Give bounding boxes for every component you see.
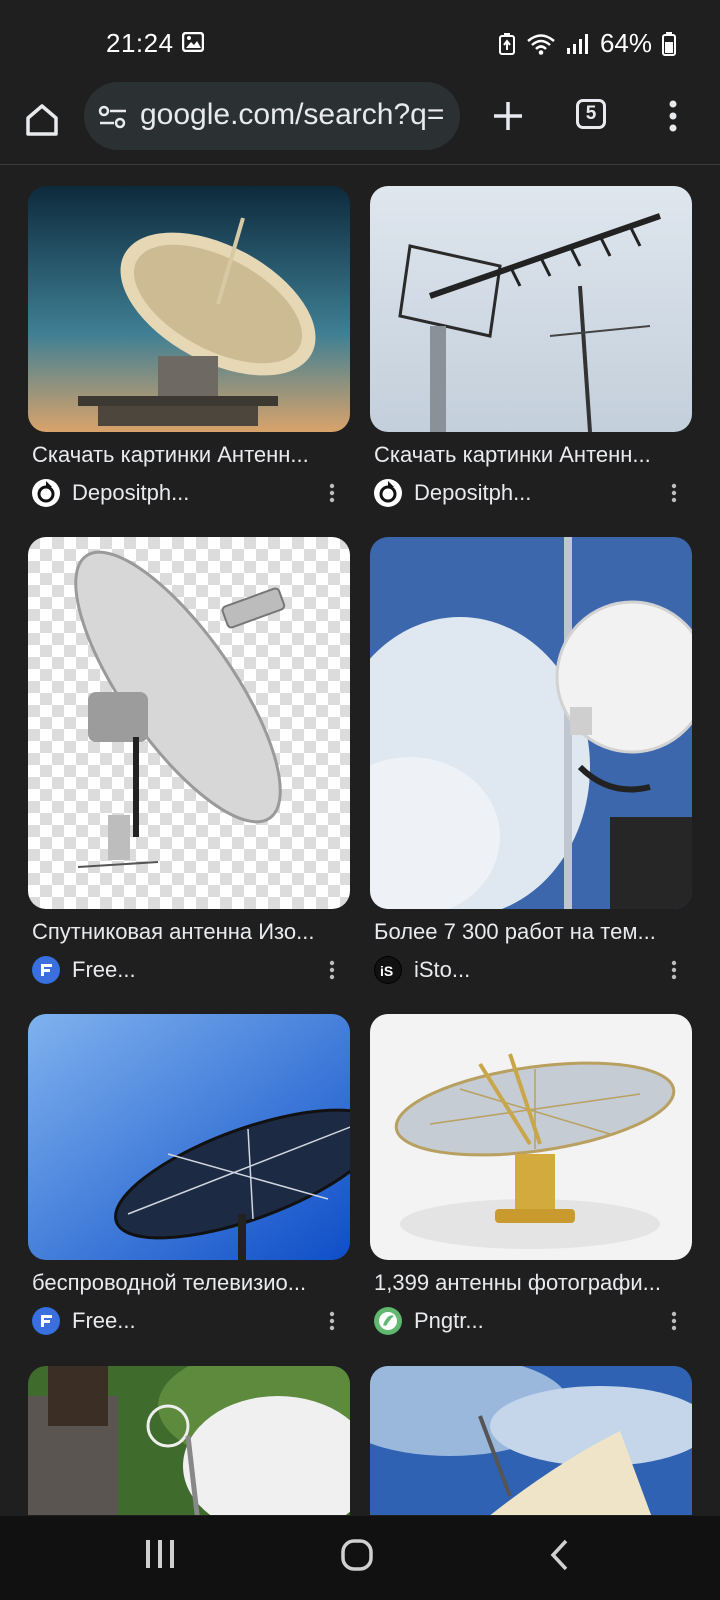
more-options-icon[interactable] (670, 480, 678, 506)
freepik-icon (32, 956, 60, 984)
pngtree-icon (374, 1307, 402, 1335)
new-tab-button[interactable] (488, 96, 528, 136)
status-icons: 64% (498, 28, 676, 59)
svg-text:iS: iS (380, 963, 393, 979)
result-source: Depositph... (32, 478, 350, 508)
istock-icon: iS (374, 956, 402, 984)
result-title[interactable]: Спутниковая антенна Изо... (32, 919, 350, 945)
site-settings-icon[interactable] (98, 104, 128, 130)
more-options-icon[interactable] (328, 480, 336, 506)
home-nav-button[interactable] (340, 1538, 374, 1577)
result-title[interactable]: беспроводной телевизио... (32, 1270, 350, 1296)
result-source: Free... (32, 1306, 350, 1336)
signal-icon (566, 33, 588, 54)
source-name: Depositph... (72, 480, 190, 505)
result-thumbnail[interactable] (28, 1366, 350, 1515)
more-options-icon[interactable] (670, 1308, 678, 1334)
result-source: iS iSto... (374, 955, 692, 985)
more-options-icon[interactable] (328, 1308, 336, 1334)
address-bar[interactable]: google.com/search?q= (84, 82, 460, 150)
result-thumbnail[interactable] (370, 1014, 692, 1260)
result-thumbnail[interactable] (370, 186, 692, 432)
more-options-icon[interactable] (328, 957, 336, 983)
result-source: Depositph... (374, 478, 692, 508)
result-source: Free... (32, 955, 350, 985)
result-source: Pngtr... (374, 1306, 692, 1336)
depositphotos-icon (32, 479, 60, 507)
result-thumbnail[interactable] (28, 537, 350, 909)
status-time: 21:24 (106, 28, 174, 58)
back-button[interactable] (548, 1538, 572, 1577)
depositphotos-icon (374, 479, 402, 507)
tab-switcher-button[interactable]: 5 (576, 99, 606, 129)
battery-icon (662, 31, 676, 56)
result-title[interactable]: Скачать картинки Антенн... (32, 442, 350, 468)
result-title[interactable]: Более 7 300 работ на тем... (374, 919, 692, 945)
battery-saver-icon (498, 32, 515, 55)
url-text[interactable]: google.com/search?q= (140, 98, 460, 132)
result-thumbnail[interactable] (370, 537, 692, 909)
status-bar: 21:24 64% (0, 0, 720, 82)
more-menu-icon[interactable] (666, 96, 680, 136)
result-title[interactable]: Скачать картинки Антенн... (374, 442, 692, 468)
wifi-icon (527, 33, 555, 55)
system-navigation-bar (0, 1516, 720, 1600)
freepik-icon (32, 1307, 60, 1335)
browser-toolbar: google.com/search?q= 5 (0, 82, 720, 165)
image-results-grid: Скачать картинки Антенн... Depositph... (0, 165, 720, 1515)
more-options-icon[interactable] (670, 957, 678, 983)
source-name: Pngtr... (414, 1308, 484, 1333)
battery-percent: 64% (599, 28, 652, 58)
source-name: Depositph... (414, 480, 532, 505)
result-thumbnail[interactable] (28, 186, 350, 432)
result-thumbnail[interactable] (28, 1014, 350, 1260)
source-name: iSto... (414, 957, 471, 982)
gallery-notification-icon (181, 31, 205, 53)
recent-apps-button[interactable] (144, 1538, 176, 1575)
result-title[interactable]: 1,399 антенны фотографи... (374, 1270, 692, 1296)
home-button[interactable] (20, 98, 64, 142)
source-name: Free... (72, 957, 136, 982)
source-name: Free... (72, 1308, 136, 1333)
result-thumbnail[interactable] (370, 1366, 692, 1515)
